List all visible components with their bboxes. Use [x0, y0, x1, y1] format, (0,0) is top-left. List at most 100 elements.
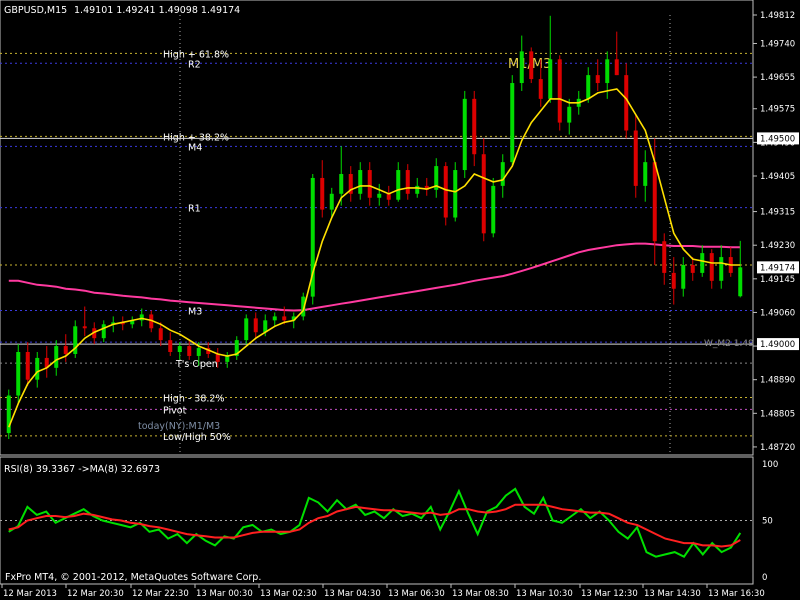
level-lines: High + 61.8%R2High + 38.2%M4R1M3T's Open… — [0, 15, 754, 455]
candle-body — [358, 170, 363, 194]
price-tick-label: 1.48805 — [760, 409, 795, 419]
candle-body — [614, 59, 619, 76]
candle-body — [681, 264, 686, 289]
candle-body — [63, 346, 68, 354]
level-label: M4 — [188, 142, 202, 153]
candle-body — [481, 154, 486, 234]
candle — [187, 340, 192, 360]
candle-body — [16, 352, 21, 396]
candle — [405, 164, 410, 200]
candle — [377, 183, 382, 206]
mt4-chart-window[interactable]: High + 61.8% R2 High + 38.2% M4 R1 M3 T's Open… — [0, 0, 800, 600]
time-tick-label: 13 Mar 08:30 — [452, 589, 509, 599]
time-tick-label: 13 Mar 04:30 — [324, 589, 381, 599]
candle — [130, 316, 135, 329]
candle — [510, 75, 515, 167]
candle-body — [320, 177, 325, 210]
price-tick-label: 1.49060 — [760, 308, 795, 318]
price-tick-label: 1.49405 — [760, 172, 795, 182]
candle — [367, 162, 372, 206]
candle — [557, 55, 562, 131]
price-tick-label: 1.49740 — [760, 39, 795, 49]
candle-body — [6, 395, 11, 434]
candle-body — [643, 162, 648, 186]
chart-ohlc-readout: 1.49101 1.49241 1.49098 1.49174 — [74, 5, 240, 16]
price-tick-label: 1.49655 — [760, 73, 795, 83]
candle — [253, 312, 258, 339]
time-tick-label: 13 Mar 12:30 — [581, 589, 638, 599]
candle-body — [272, 316, 277, 321]
candle — [244, 314, 249, 345]
rsi-tick-label: 100 — [762, 460, 778, 470]
candle-body — [538, 79, 543, 99]
candle-body — [253, 318, 258, 333]
time-tick-label: 13 Mar 02:30 — [260, 589, 317, 599]
candle-body — [472, 98, 477, 155]
candle-body — [586, 75, 591, 99]
line-price-label: 1.49500 — [760, 134, 795, 144]
chart-canvas[interactable]: High + 61.8%R2High + 38.2%M4R1M3T's Open… — [0, 0, 800, 600]
time-tick-label: 13 Mar 14:30 — [644, 589, 701, 599]
candle — [548, 15, 553, 103]
candle-body — [405, 170, 410, 194]
chart-symbol-label: GBPUSD,M15 — [4, 5, 67, 16]
candle — [662, 233, 667, 285]
candle-body — [491, 185, 496, 234]
candle — [567, 98, 572, 135]
candle-body — [329, 193, 334, 210]
level-label: High - 38.2% — [163, 393, 224, 404]
candle — [633, 114, 638, 198]
current-price-label: 1.49174 — [760, 263, 795, 273]
candle-body — [567, 106, 572, 123]
candle-body — [54, 346, 59, 368]
candle-body — [225, 355, 230, 362]
candle — [35, 352, 40, 388]
candle — [63, 334, 68, 362]
candle — [472, 90, 477, 167]
wm2-annotation: W_M2 1.49 — [704, 339, 754, 349]
candle — [310, 174, 315, 305]
candle — [396, 162, 401, 202]
candle — [690, 257, 695, 281]
candle-body — [168, 340, 173, 353]
candle-body — [101, 324, 106, 339]
candle-body — [633, 130, 638, 186]
price-tick-label: 1.49230 — [760, 241, 795, 251]
candle — [643, 150, 648, 202]
candle-body — [709, 253, 714, 281]
candle-body — [690, 264, 695, 273]
candle-body — [396, 170, 401, 200]
ma-long-path — [8, 242, 741, 312]
price-tick-label: 1.48890 — [760, 376, 795, 386]
candle-body — [662, 241, 667, 273]
candle-body — [82, 326, 87, 329]
candle — [320, 160, 325, 218]
candle-body — [595, 75, 600, 84]
price-axis: 1.498121.497401.496551.495751.494901.494… — [753, 11, 799, 453]
candle-body — [215, 353, 220, 362]
candle — [177, 342, 182, 360]
candle-body — [35, 357, 40, 380]
candle — [481, 138, 486, 242]
candle-body — [671, 272, 676, 289]
candle — [443, 162, 448, 226]
candle — [519, 35, 524, 91]
time-tick-label: 12 Mar 2013 — [3, 589, 57, 599]
rsi-title: RSI(8) 39.3367 ->MA(8) 32.6973 — [4, 464, 160, 475]
candle — [348, 166, 353, 202]
candle — [462, 90, 467, 178]
level-label: M3 — [188, 306, 202, 317]
candles — [6, 15, 743, 440]
candle-body — [367, 170, 372, 198]
level-label: Pivot — [163, 405, 187, 416]
candle — [358, 162, 363, 200]
candle — [234, 336, 239, 360]
candle — [6, 389, 11, 440]
candle — [225, 352, 230, 368]
candle-body — [158, 328, 163, 341]
candle — [73, 320, 78, 358]
candle — [424, 177, 429, 196]
candle — [386, 185, 391, 206]
candle — [719, 245, 724, 289]
candle — [500, 154, 505, 198]
